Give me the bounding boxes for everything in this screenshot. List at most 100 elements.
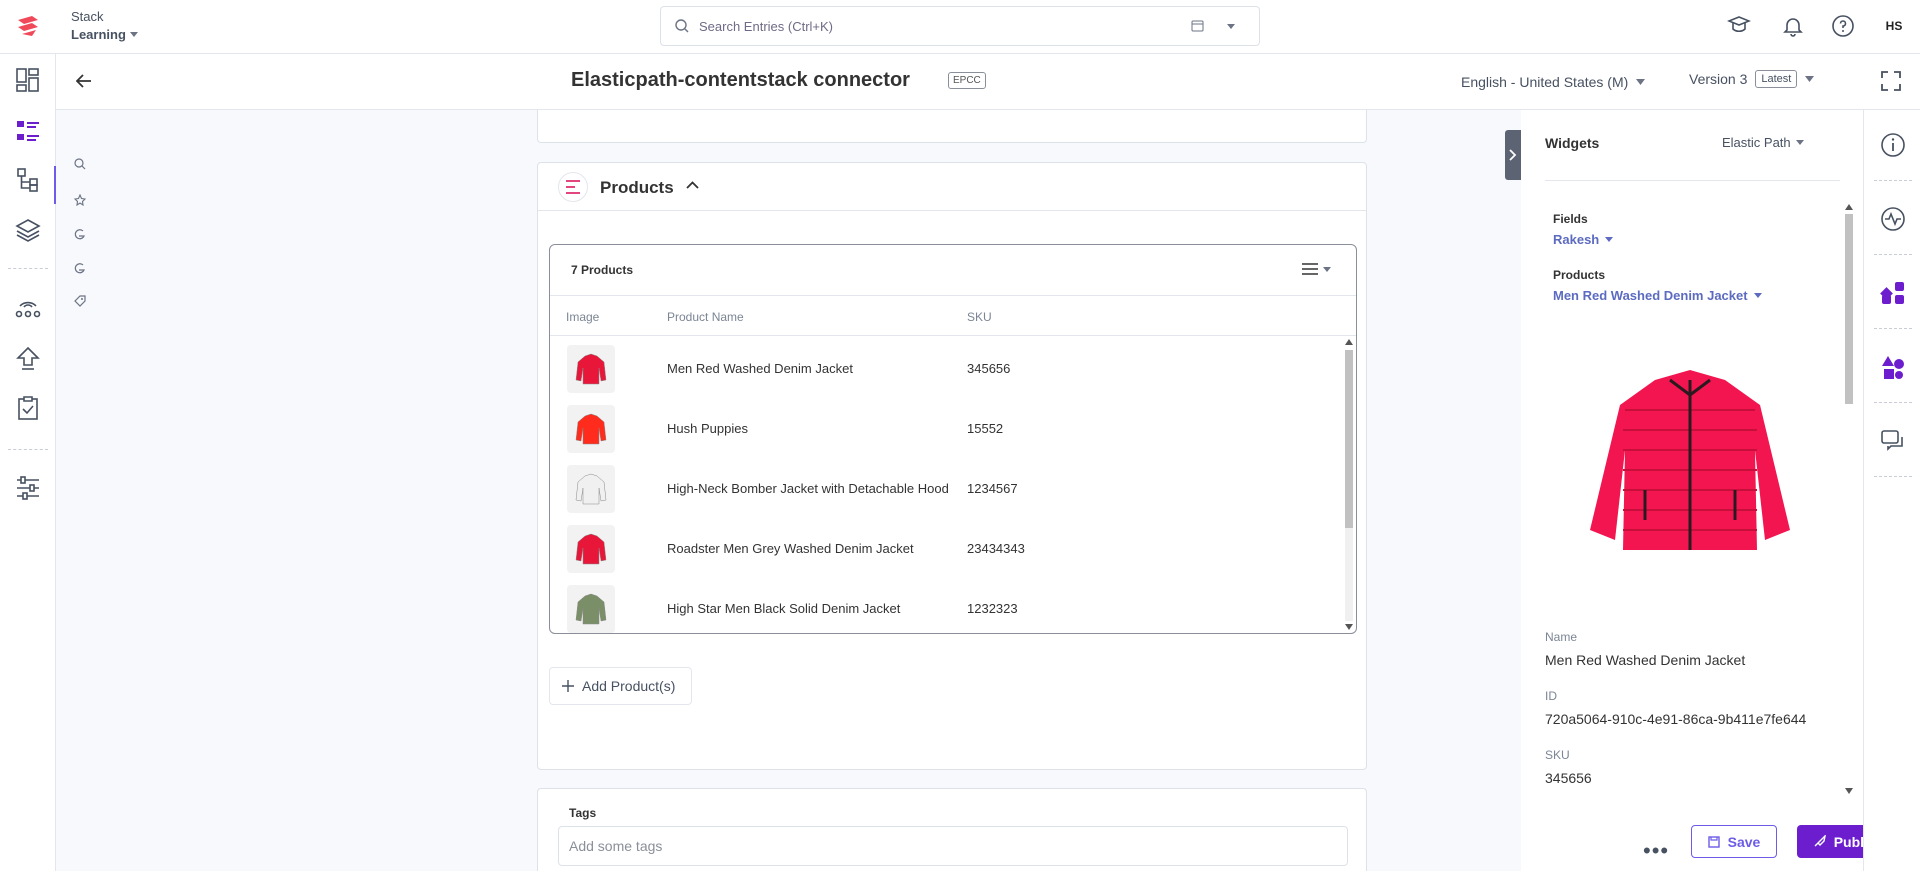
search-placeholder: Search Entries (Ctrl+K)	[699, 19, 834, 34]
search-entries-input[interactable]: Search Entries (Ctrl+K)	[660, 6, 1260, 46]
products-dropdown[interactable]: Men Red Washed Denim Jacket	[1553, 288, 1762, 303]
widget-selector[interactable]: Elastic Path	[1722, 135, 1804, 150]
chevron-down-icon	[1323, 266, 1331, 272]
product-sku-cell: 345656	[967, 361, 1011, 376]
panel-divider	[1545, 180, 1840, 181]
widgets-title: Widgets	[1545, 135, 1600, 151]
content-models-icon[interactable]	[14, 166, 42, 194]
version-selector[interactable]: Version 3 Latest	[1689, 70, 1815, 88]
scrollbar-thumb[interactable]	[1845, 214, 1853, 404]
rail-divider	[1874, 402, 1912, 403]
star-icon[interactable]	[74, 194, 86, 206]
back-arrow-icon[interactable]	[76, 74, 92, 88]
chevron-down-icon	[1795, 140, 1804, 145]
stack-selector[interactable]: Stack Learning	[71, 9, 138, 42]
tags-input[interactable]: Add some tags	[558, 826, 1348, 866]
previous-field-card	[537, 110, 1367, 143]
product-name-cell: High Star Men Black Solid Denim Jacket	[667, 601, 901, 616]
tags-label: Tags	[569, 806, 597, 820]
chevron-up-icon[interactable]	[686, 181, 699, 189]
stack-name: Learning	[71, 27, 126, 42]
user-avatar[interactable]: HS	[1878, 10, 1910, 42]
table-row[interactable]: Men Red Washed Denim Jacket 345656	[550, 339, 1340, 399]
product-thumbnail	[567, 585, 615, 633]
locale-label: English - United States (M)	[1461, 74, 1629, 90]
left-navigation	[0, 54, 56, 871]
chevron-down-icon	[1805, 76, 1815, 82]
settings-sliders-icon[interactable]	[14, 474, 42, 502]
detail-value-sku: 345656	[1545, 770, 1592, 786]
dashboard-icon[interactable]	[14, 66, 42, 94]
add-products-button[interactable]: Add Product(s)	[549, 667, 692, 705]
publish-queue-icon[interactable]	[14, 345, 42, 373]
column-header-image: Image	[566, 310, 600, 324]
product-thumbnail	[567, 405, 615, 453]
contentstack-logo-icon[interactable]	[14, 12, 42, 40]
academy-icon[interactable]	[1727, 14, 1751, 38]
top-bar: Stack Learning Search Entries (Ctrl+K) H…	[0, 0, 1920, 54]
content-type-badge: EPCC	[948, 72, 986, 89]
chevron-down-icon	[1636, 79, 1646, 85]
activity-icon[interactable]	[1880, 206, 1906, 232]
search-icon[interactable]	[74, 158, 86, 170]
save-label: Save	[1727, 833, 1761, 850]
collapse-panel-button[interactable]	[1505, 130, 1521, 180]
active-nav-indicator	[54, 166, 56, 204]
help-icon[interactable]	[1831, 14, 1855, 38]
table-row[interactable]: Hush Puppies 15552	[550, 399, 1340, 459]
ep-product-icon[interactable]	[74, 228, 86, 240]
scrollbar-thumb[interactable]	[1345, 350, 1353, 528]
info-icon[interactable]	[1880, 132, 1906, 158]
product-sku-cell: 1232323	[967, 601, 1018, 616]
products-label: Products	[1553, 268, 1606, 282]
save-button[interactable]: Save	[1691, 825, 1777, 858]
assets-layers-icon[interactable]	[14, 216, 42, 244]
workflows-icon[interactable]	[14, 294, 42, 322]
chevron-down-icon	[1605, 237, 1614, 242]
elastic-path-widget: Fields Rakesh Products Men Red Washed De…	[1545, 200, 1840, 800]
rail-divider	[1874, 328, 1912, 329]
entry-title: Elasticpath-contentstack connector	[571, 69, 910, 91]
tags-field: Tags Add some tags	[537, 788, 1367, 871]
table-column-menu[interactable]	[1302, 263, 1331, 275]
table-row[interactable]: High Star Men Black Solid Denim Jacket 12…	[550, 579, 1340, 633]
rocket-icon	[1814, 835, 1826, 847]
detail-label-name: Name	[1545, 630, 1578, 644]
notification-bell-icon[interactable]	[1781, 14, 1805, 38]
tag-icon[interactable]	[74, 295, 86, 307]
widgets-shapes-icon[interactable]	[1880, 354, 1906, 380]
ep-product-icon[interactable]	[74, 262, 86, 274]
products-table: 7 Products Image Product Name SKU Men Re…	[549, 244, 1357, 634]
detail-label-id: ID	[1545, 689, 1557, 703]
widget-scrollbar[interactable]	[1842, 200, 1856, 800]
table-row[interactable]: High-Neck Bomber Jacket with Detachable …	[550, 459, 1340, 519]
products-field-card: Products 7 Products Image Product Name S…	[537, 162, 1367, 770]
tasks-icon[interactable]	[14, 394, 42, 422]
hamburger-menu-icon	[1302, 263, 1318, 275]
column-header-product-name: Product Name	[667, 310, 744, 324]
stack-label: Stack	[71, 9, 104, 24]
table-header-row: Image Product Name SKU	[550, 296, 1356, 336]
fullscreen-icon[interactable]	[1880, 70, 1902, 92]
product-name-cell: Men Red Washed Denim Jacket	[667, 361, 853, 376]
search-filter-dropdown-icon[interactable]	[1227, 24, 1235, 29]
fields-dropdown[interactable]: Rakesh	[1553, 232, 1614, 247]
rail-divider	[1874, 254, 1912, 255]
table-scrollbar[interactable]	[1342, 336, 1356, 633]
entries-icon[interactable]	[14, 117, 42, 145]
add-products-label: Add Product(s)	[582, 678, 676, 694]
right-rail	[1863, 110, 1920, 871]
extensions-icon[interactable]	[1880, 280, 1906, 306]
product-thumbnail	[567, 525, 615, 573]
calendar-icon[interactable]	[1191, 19, 1204, 32]
product-thumbnail	[567, 465, 615, 513]
products-count: 7 Products	[571, 263, 634, 277]
comments-icon[interactable]	[1880, 428, 1906, 454]
elastic-path-icon	[558, 172, 588, 202]
products-field-header[interactable]: Products	[538, 163, 1366, 211]
table-row[interactable]: Roadster Men Grey Washed Denim Jacket 234…	[550, 519, 1340, 579]
product-sku-cell: 15552	[967, 421, 1004, 436]
locale-selector[interactable]: English - United States (M)	[1461, 74, 1646, 90]
search-icon	[675, 19, 689, 33]
more-actions-button[interactable]: •••	[1643, 838, 1669, 864]
